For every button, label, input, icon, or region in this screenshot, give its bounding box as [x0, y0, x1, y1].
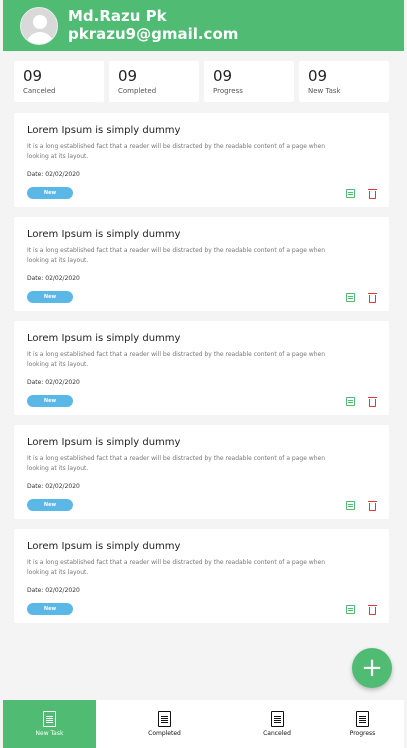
summary-card-completed[interactable]: 09 Completed — [109, 61, 199, 102]
document-icon — [43, 711, 56, 727]
profile-header: Md.Razu Pk pkrazu9@gmail.com — [3, 0, 404, 51]
nav-item-completed[interactable]: Completed — [96, 700, 233, 748]
task-title: Lorem Ipsum is simply dummy — [27, 333, 181, 344]
task-card[interactable]: Lorem Ipsum is simply dummy It is a long… — [14, 113, 389, 207]
summary-label: New Task — [308, 87, 341, 95]
task-card[interactable]: Lorem Ipsum is simply dummy It is a long… — [14, 425, 389, 519]
task-date: Date: 02/02/2020 — [27, 275, 80, 282]
status-badge: New — [27, 603, 73, 615]
summary-count: 09 — [118, 67, 138, 85]
edit-icon[interactable] — [346, 397, 355, 406]
task-description: It is a long established fact that a rea… — [27, 351, 326, 368]
summary-count: 09 — [23, 67, 43, 85]
status-badge: New — [27, 187, 73, 199]
document-icon — [270, 711, 284, 727]
edit-icon[interactable] — [346, 293, 355, 302]
nav-label: New Task — [35, 730, 64, 737]
task-description: It is a long established fact that a rea… — [27, 143, 326, 160]
avatar-body-shape — [26, 31, 54, 44]
user-avatar-icon[interactable] — [20, 6, 58, 45]
nav-label: Progress — [349, 730, 376, 737]
task-summary: 09 Canceled 09 Completed 09 Progress 09 … — [14, 61, 389, 102]
summary-label: Canceled — [23, 87, 56, 95]
summary-card-progress[interactable]: 09 Progress — [204, 61, 294, 102]
status-badge: New — [27, 499, 73, 511]
status-badge: New — [27, 395, 73, 407]
add-task-button[interactable]: + — [352, 648, 392, 688]
user-info: Md.Razu Pk pkrazu9@gmail.com — [68, 7, 239, 44]
document-icon — [158, 711, 171, 727]
task-card[interactable]: Lorem Ipsum is simply dummy It is a long… — [14, 217, 389, 311]
bottom-navigation: New Task Completed Canceled Progress — [3, 700, 404, 748]
task-description: It is a long established fact that a rea… — [27, 247, 326, 264]
summary-label: Progress — [213, 87, 243, 95]
summary-count: 09 — [213, 67, 233, 85]
task-date: Date: 02/02/2020 — [27, 483, 80, 490]
nav-label: Canceled — [263, 730, 291, 737]
task-card[interactable]: Lorem Ipsum is simply dummy It is a long… — [14, 321, 389, 415]
task-description: It is a long established fact that a rea… — [27, 559, 326, 576]
user-name: Md.Razu Pk — [68, 7, 167, 25]
user-email: pkrazu9@gmail.com — [68, 25, 239, 43]
edit-icon[interactable] — [346, 605, 355, 614]
summary-card-new-task[interactable]: 09 New Task — [299, 61, 389, 102]
task-card[interactable]: Lorem Ipsum is simply dummy It is a long… — [14, 529, 389, 623]
nav-label: Completed — [148, 730, 181, 737]
edit-icon[interactable] — [346, 189, 355, 198]
task-title: Lorem Ipsum is simply dummy — [27, 541, 181, 552]
document-icon — [356, 711, 369, 727]
delete-icon[interactable] — [368, 604, 377, 615]
delete-icon[interactable] — [368, 500, 377, 511]
task-date: Date: 02/02/2020 — [27, 587, 80, 594]
task-date: Date: 02/02/2020 — [27, 171, 80, 178]
task-title: Lorem Ipsum is simply dummy — [27, 437, 181, 448]
avatar-head-shape — [33, 14, 47, 29]
task-title: Lorem Ipsum is simply dummy — [27, 125, 181, 136]
nav-item-canceled[interactable]: Canceled — [233, 700, 321, 748]
status-badge: New — [27, 291, 73, 303]
summary-label: Completed — [118, 87, 157, 95]
nav-item-progress[interactable]: Progress — [321, 700, 404, 748]
task-date: Date: 02/02/2020 — [27, 379, 80, 386]
delete-icon[interactable] — [368, 396, 377, 407]
task-list: Lorem Ipsum is simply dummy It is a long… — [14, 113, 389, 633]
task-description: It is a long established fact that a rea… — [27, 455, 326, 472]
summary-card-canceled[interactable]: 09 Canceled — [14, 61, 104, 102]
nav-item-new-task[interactable]: New Task — [3, 700, 96, 748]
task-title: Lorem Ipsum is simply dummy — [27, 229, 181, 240]
delete-icon[interactable] — [368, 292, 377, 303]
delete-icon[interactable] — [368, 188, 377, 199]
edit-icon[interactable] — [346, 501, 355, 510]
summary-count: 09 — [308, 67, 328, 85]
